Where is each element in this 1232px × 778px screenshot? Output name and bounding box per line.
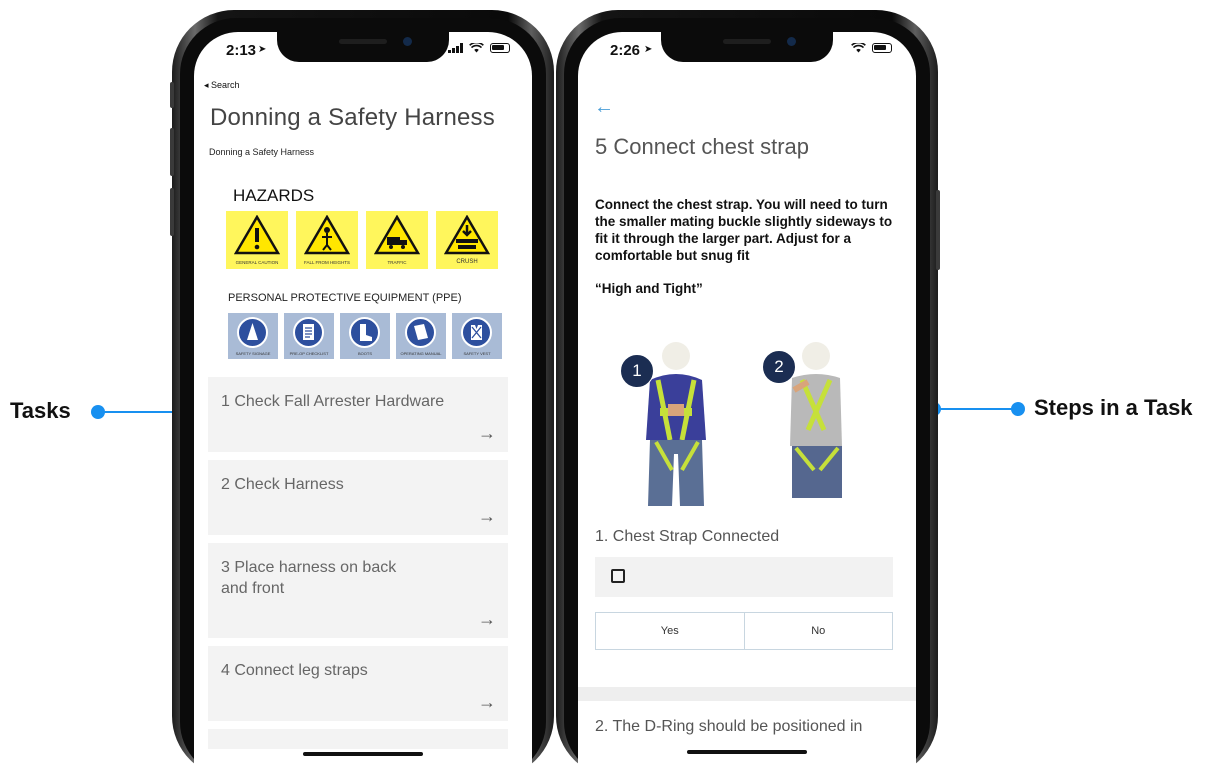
right-phone: 2:26 ➤ ← 5 Connect chest strap Connect t…	[556, 10, 940, 778]
status-time: 2:26	[610, 42, 641, 59]
image-icon	[611, 569, 625, 583]
task-label: 1 Check Fall Arrester Hardware	[221, 393, 445, 410]
step-label: 1. Chest Strap Connected	[595, 528, 780, 545]
ppe-safety-vest: SAFETY VEST	[452, 313, 502, 359]
task-card-partial[interactable]	[208, 729, 508, 749]
truck-icon	[374, 215, 420, 255]
tasks-callout: Tasks	[10, 398, 71, 423]
crush-hand-icon	[444, 215, 490, 255]
hazard-general-caution: GENERAL CAUTION	[226, 211, 288, 269]
boot-icon	[349, 317, 380, 348]
signal-icon	[448, 43, 463, 53]
task-description: Connect the chest strap. You will need t…	[595, 197, 893, 263]
hazard-traffic: TRAFFIC	[366, 211, 428, 269]
yes-no-toggle: Yes No	[595, 612, 893, 650]
steps-callout-line	[934, 408, 1018, 410]
step-badge-1: 1	[620, 354, 654, 388]
task-card[interactable]: 1 Check Fall Arrester Hardware →	[208, 377, 508, 452]
volume-up-button	[170, 128, 174, 176]
bezel: 2:13 ➤ ◂ Search Donning a Safety Harness…	[180, 18, 546, 778]
ppe-boots: BOOTS	[340, 313, 390, 359]
ppe-pre-op-checklist: PRE-OP CHECKLIST	[284, 313, 334, 359]
step-badge-2: 2	[762, 350, 796, 384]
task-card[interactable]: 3 Place harness on back and front →	[208, 543, 508, 638]
page-subtitle: Donning a Safety Harness	[209, 147, 315, 157]
next-step-label: 2. The D-Ring should be positioned in	[595, 718, 863, 735]
arrow-right-icon: →	[478, 692, 496, 712]
back-to-search-link[interactable]: ◂ Search	[204, 80, 240, 91]
battery-icon	[490, 43, 510, 53]
ppe-safety-signage: SAFETY SIGNAGE	[228, 313, 278, 359]
battery-icon	[872, 43, 892, 53]
home-indicator[interactable]	[303, 752, 423, 756]
left-screen: 2:13 ➤ ◂ Search Donning a Safety Harness…	[194, 32, 532, 778]
page-title: Donning a Safety Harness	[210, 104, 495, 131]
no-button[interactable]: No	[743, 613, 893, 649]
checklist-icon	[293, 317, 324, 348]
hazard-fall-from-heights: FALL FROM HEIGHTS	[296, 211, 358, 269]
hazards-heading: HAZARDS	[233, 186, 315, 205]
home-indicator[interactable]	[687, 750, 807, 754]
steps-callout: Steps in a Task	[1034, 395, 1193, 420]
arrow-right-icon: →	[478, 423, 496, 443]
back-arrow-icon[interactable]: ←	[594, 96, 614, 119]
left-phone: 2:13 ➤ ◂ Search Donning a Safety Harness…	[170, 10, 554, 778]
status-time: 2:13	[226, 42, 257, 59]
mute-switch	[170, 82, 174, 108]
task-title: 5 Connect chest strap	[595, 134, 810, 159]
steps-callout-dot	[1011, 402, 1025, 416]
hazard-crush: CRUSH	[436, 211, 498, 269]
right-screen: 2:26 ➤ ← 5 Connect chest strap Connect t…	[578, 32, 916, 778]
status-icons	[851, 43, 892, 53]
section-divider	[578, 687, 916, 701]
power-button	[936, 190, 940, 270]
cone-icon	[237, 317, 268, 348]
notch	[661, 32, 833, 62]
harness-illustration: 1 2	[598, 330, 888, 512]
status-icons	[448, 43, 510, 53]
wifi-icon	[469, 43, 484, 53]
ppe-operating-manual: OPERATING MANUAL	[396, 313, 446, 359]
task-quote: “High and Tight”	[595, 281, 703, 296]
task-label: 3 Place harness on back and front	[221, 559, 397, 597]
ppe-heading: PERSONAL PROTECTIVE EQUIPMENT (PPE)	[228, 292, 462, 304]
warning-exclamation-icon	[234, 215, 280, 255]
arrow-right-icon: →	[478, 609, 496, 629]
notch	[277, 32, 449, 62]
tasks-callout-line	[98, 411, 182, 413]
location-arrow-icon: ➤	[258, 44, 267, 55]
volume-down-button	[170, 188, 174, 236]
location-arrow-icon: ➤	[644, 44, 653, 55]
fall-person-icon	[304, 215, 350, 255]
bezel: 2:26 ➤ ← 5 Connect chest strap Connect t…	[564, 18, 930, 778]
yes-button[interactable]: Yes	[596, 613, 744, 649]
manual-book-icon	[405, 317, 436, 348]
wifi-icon	[851, 43, 866, 53]
task-card[interactable]: 2 Check Harness →	[208, 460, 508, 535]
task-label: 2 Check Harness	[221, 476, 344, 493]
vest-icon	[461, 317, 492, 348]
arrow-right-icon: →	[478, 506, 496, 526]
task-card[interactable]: 4 Connect leg straps →	[208, 646, 508, 721]
task-label: 4 Connect leg straps	[221, 662, 368, 679]
photo-attachment-field[interactable]	[595, 557, 893, 597]
